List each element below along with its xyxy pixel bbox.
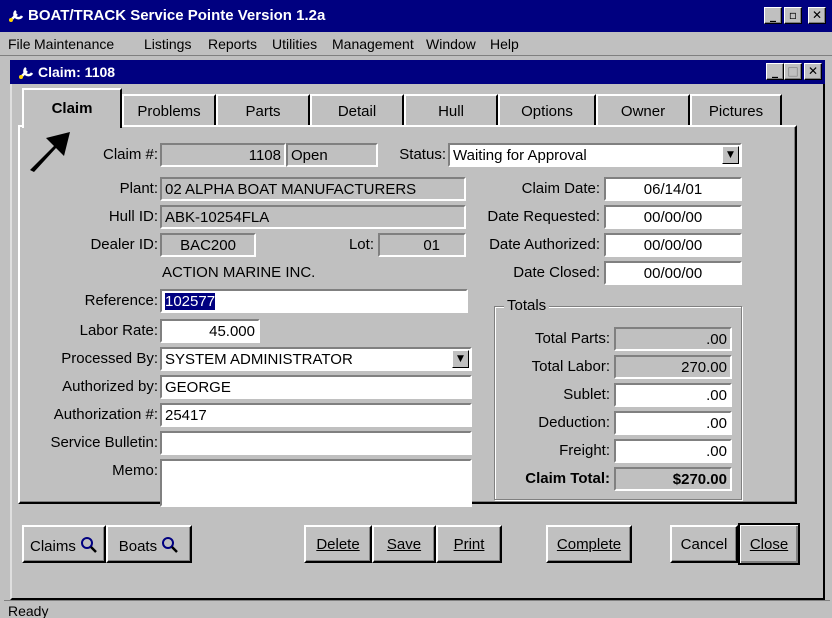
authorization-number-input[interactable]: 25417 [160,403,472,427]
claim-number-field: 1108 [160,143,286,167]
save-button[interactable]: Save [372,525,436,563]
save-button-label: Save [386,536,422,553]
dealer-name: ACTION MARINE INC. [162,264,316,281]
chevron-down-icon[interactable]: ▼ [452,350,469,368]
total-parts-label: Total Parts: [534,330,610,347]
tab-claim[interactable]: Claim [22,88,122,128]
reference-value: 102577 [165,293,216,310]
service-bulletin-input[interactable] [160,431,472,455]
authorized-by-input[interactable]: GEORGE [160,375,472,399]
status-label: Status: [399,146,446,163]
date-requested-label: Date Requested: [487,208,600,225]
processed-by-label: Processed By: [61,350,158,367]
labor-rate-input[interactable]: 45.000 [160,319,260,343]
hull-id-field: ABK-10254FLA [160,205,466,229]
magnifier-icon [161,537,179,555]
dealer-id-label: Dealer ID: [90,236,158,253]
complete-button-label: Complete [556,536,622,553]
lot-label: Lot: [348,236,374,253]
status-value: Waiting for Approval [453,147,587,164]
date-authorized-label: Date Authorized: [489,236,600,253]
plant-field: 02 ALPHA BOAT MANUFACTURERS [160,177,466,201]
sublet-input[interactable]: .00 [614,383,732,407]
claims-button-label: Claims [29,538,76,555]
status-dropdown[interactable]: Waiting for Approval ▼ [448,143,742,167]
date-authorized-input[interactable]: 00/00/00 [604,233,742,257]
claim-date-label: Claim Date: [521,180,600,197]
reference-label: Reference: [84,292,158,309]
deduction-label: Deduction: [538,414,610,431]
lot-field: 01 [378,233,466,257]
arrow-icon [26,130,72,176]
chevron-down-icon[interactable]: ▼ [722,146,739,164]
magnifier-icon [80,537,98,555]
total-labor-field: 270.00 [614,355,732,379]
cancel-button-label: Cancel [680,536,728,553]
processed-by-dropdown[interactable]: SYSTEM ADMINISTRATOR ▼ [160,347,472,371]
hull-id-label: Hull ID: [108,208,158,225]
authorization-number-label: Authorization #: [53,406,158,423]
labor-rate-label: Labor Rate: [79,322,158,339]
deduction-input[interactable]: .00 [614,411,732,435]
claim-total-label: Claim Total: [525,470,610,487]
boats-button-label: Boats [118,538,158,555]
print-button[interactable]: Print [436,525,502,563]
close-button-label: Close [749,536,789,553]
memo-label: Memo: [112,462,158,479]
plant-label: Plant: [119,180,158,197]
memo-textarea[interactable] [160,459,472,507]
sublet-label: Sublet: [563,386,610,403]
processed-by-value: SYSTEM ADMINISTRATOR [165,351,353,368]
boats-search-button[interactable]: Boats [106,525,192,563]
date-requested-input[interactable]: 00/00/00 [604,205,742,229]
claim-number-label: Claim #: [102,146,158,163]
authorized-by-label: Authorized by: [62,378,158,395]
date-closed-input[interactable]: 00/00/00 [604,261,742,285]
delete-button-label: Delete [316,536,360,553]
close-button[interactable]: Close [738,523,800,565]
delete-button[interactable]: Delete [304,525,372,563]
total-parts-field: .00 [614,327,732,351]
freight-label: Freight: [559,442,610,459]
claim-total-field: $270.00 [614,467,732,491]
complete-button[interactable]: Complete [546,525,632,563]
claim-state-field: Open [286,143,378,167]
cancel-button[interactable]: Cancel [670,525,738,563]
service-bulletin-label: Service Bulletin: [50,434,158,451]
claim-date-input[interactable]: 06/14/01 [604,177,742,201]
print-button-label: Print [453,536,485,553]
totals-title: Totals [504,297,550,314]
freight-input[interactable]: .00 [614,439,732,463]
dealer-id-field: BAC200 [160,233,256,257]
date-closed-label: Date Closed: [513,264,600,281]
claims-search-button[interactable]: Claims [22,525,106,563]
total-labor-label: Total Labor: [531,358,610,375]
reference-input[interactable]: 102577 [160,289,468,313]
